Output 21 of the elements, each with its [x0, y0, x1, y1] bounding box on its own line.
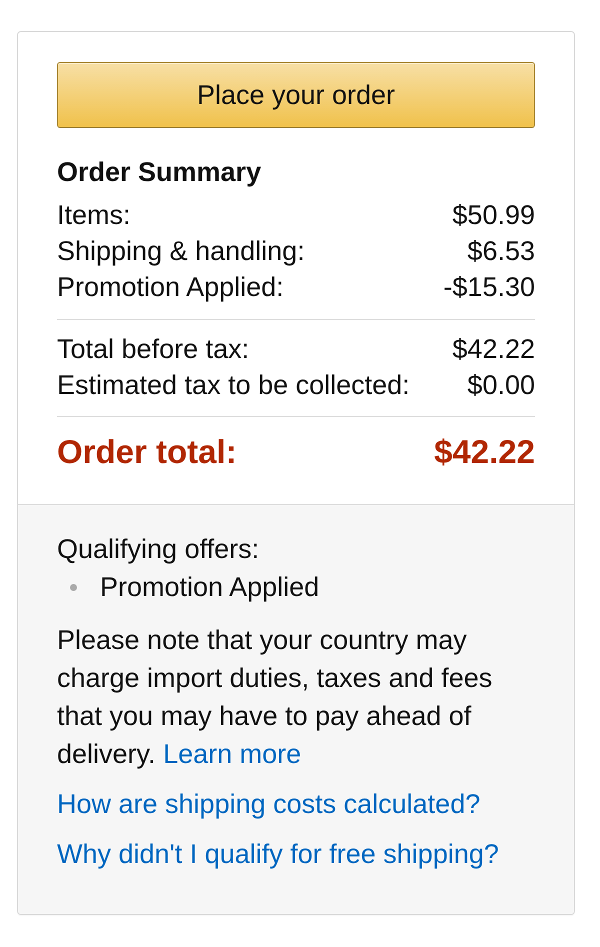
offer-text: Promotion Applied [100, 571, 320, 604]
place-order-button[interactable]: Place your order [57, 62, 535, 128]
line-item-label: Total before tax: [57, 333, 250, 366]
line-item-amount: $42.22 [452, 333, 535, 366]
line-item-label: Promotion Applied: [57, 271, 284, 304]
help-link[interactable]: How are shipping costs calculated? [57, 785, 480, 823]
line-item-amount: $0.00 [467, 369, 535, 402]
learn-more-link[interactable]: Learn more [163, 739, 302, 769]
import-fees-note: Please note that your country may charge import duties, taxes and fees that you may have to pay ahead of delivery. Learn more [57, 624, 494, 771]
line-item-label: Estimated tax to be collected: [57, 369, 410, 402]
line-item-amount: $6.53 [467, 235, 535, 268]
line-item-amount: -$15.30 [443, 271, 535, 304]
order-total-amount: $42.22 [434, 432, 535, 472]
order-summary-title: Order Summary [57, 156, 262, 189]
bullet-dot-icon [70, 584, 77, 590]
line-item-label: Items: [57, 199, 131, 232]
line-item-amount: $50.99 [452, 199, 535, 232]
qualifying-offers-title: Qualifying offers: [57, 533, 260, 566]
line-item-label: Shipping & handling: [57, 235, 305, 268]
help-link[interactable]: Why didn't I qualify for free shipping? [57, 835, 499, 873]
order-total-label: Order total: [57, 432, 237, 472]
